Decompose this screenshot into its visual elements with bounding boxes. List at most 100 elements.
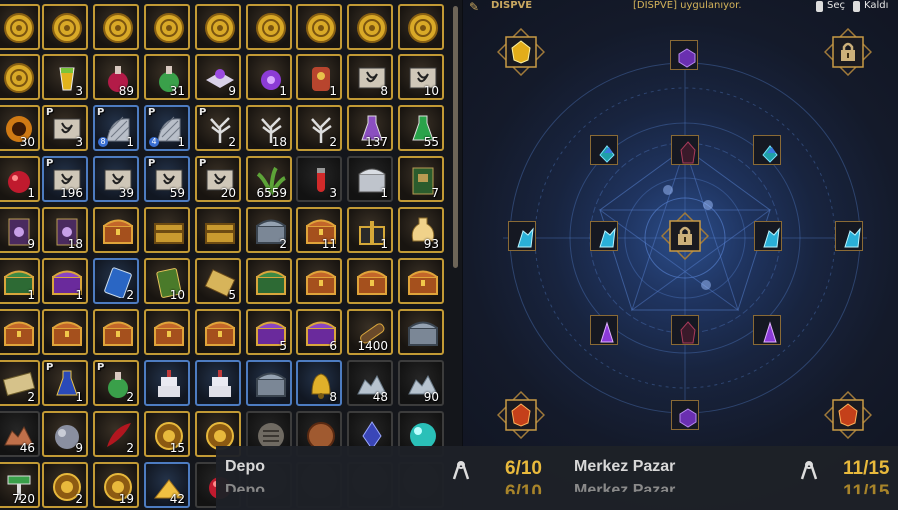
inventory-slot[interactable] [296, 4, 342, 50]
gem-socket[interactable] [753, 135, 781, 165]
inventory-slot[interactable] [246, 360, 292, 406]
inventory-slot[interactable]: 9 [195, 54, 241, 100]
gem-socket[interactable] [590, 135, 618, 165]
inventory-scrollbar[interactable] [453, 6, 458, 268]
gem-socket[interactable] [590, 221, 618, 251]
inventory-slot[interactable]: 9 [0, 207, 40, 253]
gem-socket[interactable] [497, 391, 545, 439]
gem-socket[interactable] [670, 40, 698, 70]
inventory-slot[interactable] [347, 4, 393, 50]
inventory-slot[interactable]: 48 [347, 360, 393, 406]
inventory-slot[interactable]: P 196 [42, 156, 88, 202]
gem-socket[interactable] [590, 315, 618, 345]
inventory-slot[interactable]: 31 [144, 54, 190, 100]
gem-socket[interactable] [661, 212, 709, 260]
inventory-slot[interactable]: 1 [347, 207, 393, 253]
inventory-slot[interactable]: 10 [398, 54, 444, 100]
inventory-slot[interactable]: 19 [93, 462, 139, 508]
inventory-slot[interactable]: 15 [144, 411, 190, 457]
inventory-slot[interactable] [296, 258, 342, 304]
inventory-slot[interactable] [347, 258, 393, 304]
inventory-slot[interactable]: 1 [296, 54, 342, 100]
gem-socket[interactable] [835, 221, 863, 251]
inventory-slot[interactable]: 137 [347, 105, 393, 151]
remove-label[interactable]: Kaldı [864, 0, 888, 11]
gem-socket[interactable] [824, 28, 872, 76]
inventory-slot[interactable]: 2 [93, 258, 139, 304]
inventory-slot[interactable]: 5 [246, 309, 292, 355]
inventory-slot[interactable]: P 20 [195, 156, 241, 202]
remove-checkbox-icon[interactable] [853, 1, 860, 12]
inventory-slot[interactable]: 6 [296, 309, 342, 355]
inventory-slot[interactable]: 720 [0, 462, 40, 508]
inventory-slot[interactable] [42, 4, 88, 50]
inventory-slot[interactable]: 93 [398, 207, 444, 253]
inventory-slot[interactable]: 55 [398, 105, 444, 151]
inventory-slot[interactable] [42, 309, 88, 355]
gem-socket[interactable] [671, 400, 699, 430]
inventory-slot[interactable] [398, 4, 444, 50]
inventory-slot[interactable]: 9 [42, 411, 88, 457]
inventory-slot[interactable]: 1 [0, 156, 40, 202]
inventory-slot[interactable]: 1400 [347, 309, 393, 355]
inventory-slot[interactable]: P1 [42, 360, 88, 406]
inventory-slot[interactable]: 10 [144, 258, 190, 304]
gem-socket[interactable] [508, 221, 536, 251]
inventory-slot[interactable] [195, 4, 241, 50]
inventory-slot[interactable] [195, 360, 241, 406]
inventory-slot[interactable] [144, 207, 190, 253]
inventory-slot[interactable]: 6559 [246, 156, 292, 202]
inventory-slot[interactable]: 5 [195, 258, 241, 304]
inventory-slot[interactable] [246, 258, 292, 304]
inventory-slot[interactable]: 8 [347, 54, 393, 100]
inventory-slot[interactable]: 18 [246, 105, 292, 151]
inventory-slot[interactable]: 42 [144, 462, 190, 508]
inventory-slot[interactable]: 7 [398, 156, 444, 202]
inventory-slot[interactable] [93, 207, 139, 253]
inventory-slot[interactable]: 39 [93, 156, 139, 202]
inventory-slot[interactable] [144, 360, 190, 406]
inventory-slot[interactable] [398, 309, 444, 355]
inventory-slot[interactable]: 89 [93, 54, 139, 100]
inventory-slot[interactable]: 2 [93, 411, 139, 457]
gem-socket[interactable] [497, 28, 545, 76]
inventory-slot[interactable]: 30 [0, 105, 40, 151]
inventory-slot[interactable]: 46 [0, 411, 40, 457]
select-label[interactable]: Seç [827, 0, 845, 11]
gem-socket[interactable] [753, 315, 781, 345]
inventory-slot[interactable]: 1 [0, 258, 40, 304]
inventory-slot[interactable]: 8 [296, 360, 342, 406]
gem-socket[interactable] [671, 315, 699, 345]
inventory-slot[interactable] [144, 4, 190, 50]
inventory-slot[interactable]: 1 [246, 54, 292, 100]
inventory-slot[interactable] [0, 4, 40, 50]
select-checkbox-icon[interactable] [816, 1, 823, 12]
inventory-slot[interactable]: 2 [42, 462, 88, 508]
inventory-slot[interactable] [93, 4, 139, 50]
inventory-slot[interactable] [246, 4, 292, 50]
gem-socket[interactable] [671, 135, 699, 165]
inventory-slot[interactable]: 2 [246, 207, 292, 253]
inventory-slot[interactable]: P2 [195, 105, 241, 151]
inventory-slot[interactable] [93, 309, 139, 355]
inventory-slot[interactable]: 18 [42, 207, 88, 253]
inventory-slot[interactable]: 3 [42, 54, 88, 100]
inventory-slot[interactable] [398, 258, 444, 304]
inventory-slot[interactable] [195, 207, 241, 253]
inventory-slot[interactable]: P 59 [144, 156, 190, 202]
inventory-slot[interactable]: P 4 1 [144, 105, 190, 151]
inventory-slot[interactable]: P 8 1 [93, 105, 139, 151]
gem-socket[interactable] [824, 391, 872, 439]
inventory-slot[interactable] [195, 309, 241, 355]
inventory-slot[interactable]: P2 [93, 360, 139, 406]
inventory-slot[interactable]: 90 [398, 360, 444, 406]
inventory-slot[interactable] [0, 54, 40, 100]
gem-socket[interactable] [754, 221, 782, 251]
inventory-slot[interactable]: 3 [296, 156, 342, 202]
inventory-slot[interactable]: 1 [347, 156, 393, 202]
inventory-slot[interactable] [0, 309, 40, 355]
inventory-slot[interactable]: 2 [296, 105, 342, 151]
inventory-slot[interactable]: 2 [0, 360, 40, 406]
inventory-slot[interactable]: P3 [42, 105, 88, 151]
inventory-slot[interactable]: 1 [42, 258, 88, 304]
